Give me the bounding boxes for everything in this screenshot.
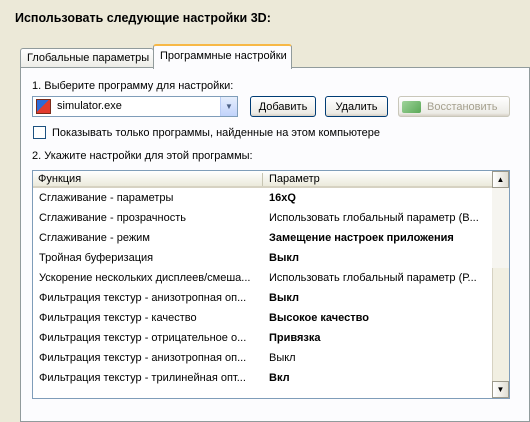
column-header-value[interactable]: Параметр (264, 173, 320, 186)
value-cell[interactable]: Привязка (269, 332, 489, 344)
program-settings-label: 2. Укажите настройки для этой программы: (32, 150, 253, 162)
value-cell[interactable]: Выкл (269, 352, 489, 364)
table-row[interactable]: Сглаживание - режим Замещение настроек пр… (33, 228, 492, 248)
value-cell[interactable]: Использовать глобальный параметр (Р... (269, 272, 489, 284)
add-program-button[interactable]: Добавить (250, 96, 316, 117)
restore-button[interactable]: Восстановить (398, 96, 510, 117)
checkbox-box[interactable] (33, 126, 46, 139)
nvidia-icon (402, 100, 421, 113)
table-row[interactable]: Ускорение нескольких дисплеев/смеша... Ис… (33, 268, 492, 288)
value-cell[interactable]: 16xQ (269, 192, 489, 204)
restore-button-label: Восстановить (427, 100, 498, 113)
feature-cell: Тройная буферизация (39, 252, 154, 264)
program-select[interactable]: simulator.exe ▼ (32, 96, 238, 117)
scroll-up-icon[interactable]: ▲ (492, 171, 509, 188)
table-row[interactable]: Фильтрация текстур - анизотропная оп... В… (33, 348, 492, 368)
feature-cell: Фильтрация текстур - качество (39, 312, 197, 324)
scroll-down-icon[interactable]: ▼ (492, 381, 509, 398)
tab-program-settings[interactable]: Программные настройки (153, 44, 292, 69)
feature-cell: Фильтрация текстур - отрицательное о... (39, 332, 247, 344)
feature-cell: Фильтрация текстур - анизотропная оп... (39, 292, 247, 304)
table-row[interactable]: Тройная буферизация Выкл (33, 248, 492, 268)
value-cell[interactable]: Вкл (269, 372, 489, 384)
feature-cell: Сглаживание - параметры (39, 192, 174, 204)
feature-cell: Фильтрация текстур - анизотропная оп... (39, 352, 247, 364)
table-row[interactable]: Фильтрация текстур - трилинейная опт... В… (33, 368, 492, 388)
scroll-thumb[interactable] (492, 268, 509, 381)
value-cell[interactable]: Использовать глобальный параметр (В... (269, 212, 489, 224)
value-cell[interactable]: Выкл (269, 292, 489, 304)
chevron-down-icon[interactable]: ▼ (220, 97, 237, 116)
list-header: Функция Параметр (33, 171, 492, 188)
table-row[interactable]: Сглаживание - прозрачность Использовать г… (33, 208, 492, 228)
column-header-feature[interactable]: Функция (33, 173, 263, 186)
feature-cell: Ускорение нескольких дисплеев/смеша... (39, 272, 251, 284)
vertical-scrollbar[interactable]: ▲ ▼ (492, 171, 509, 398)
table-row[interactable]: Фильтрация текстур - анизотропная оп... В… (33, 288, 492, 308)
feature-cell: Сглаживание - режим (39, 232, 150, 244)
table-row[interactable]: Сглаживание - параметры 16xQ (33, 188, 492, 208)
remove-program-button[interactable]: Удалить (325, 96, 388, 117)
feature-cell: Фильтрация текстур - трилинейная опт... (39, 372, 246, 384)
tab-global-settings[interactable]: Глобальные параметры (20, 48, 154, 68)
settings-heading: Использовать следующие настройки 3D: (15, 11, 271, 25)
feature-cell: Сглаживание - прозрачность (39, 212, 187, 224)
settings-list[interactable]: Функция Параметр Сглаживание - параметры… (32, 170, 510, 399)
program-icon (36, 99, 51, 114)
table-row[interactable]: Фильтрация текстур - отрицательное о... П… (33, 328, 492, 348)
value-cell[interactable]: Выкл (269, 252, 489, 264)
program-select-value: simulator.exe (57, 100, 122, 112)
settings-rows: Сглаживание - параметры 16xQ Сглаживание -… (33, 188, 492, 388)
value-cell[interactable]: Высокое качество (269, 312, 489, 324)
value-cell[interactable]: Замещение настроек приложения (269, 232, 489, 244)
select-program-label: 1. Выберите программу для настройки: (32, 80, 234, 92)
checkbox-label: Показывать только программы, найденные н… (52, 126, 381, 139)
show-found-programs-checkbox[interactable]: Показывать только программы, найденные н… (33, 126, 380, 139)
table-row[interactable]: Фильтрация текстур - качество Высокое кач… (33, 308, 492, 328)
